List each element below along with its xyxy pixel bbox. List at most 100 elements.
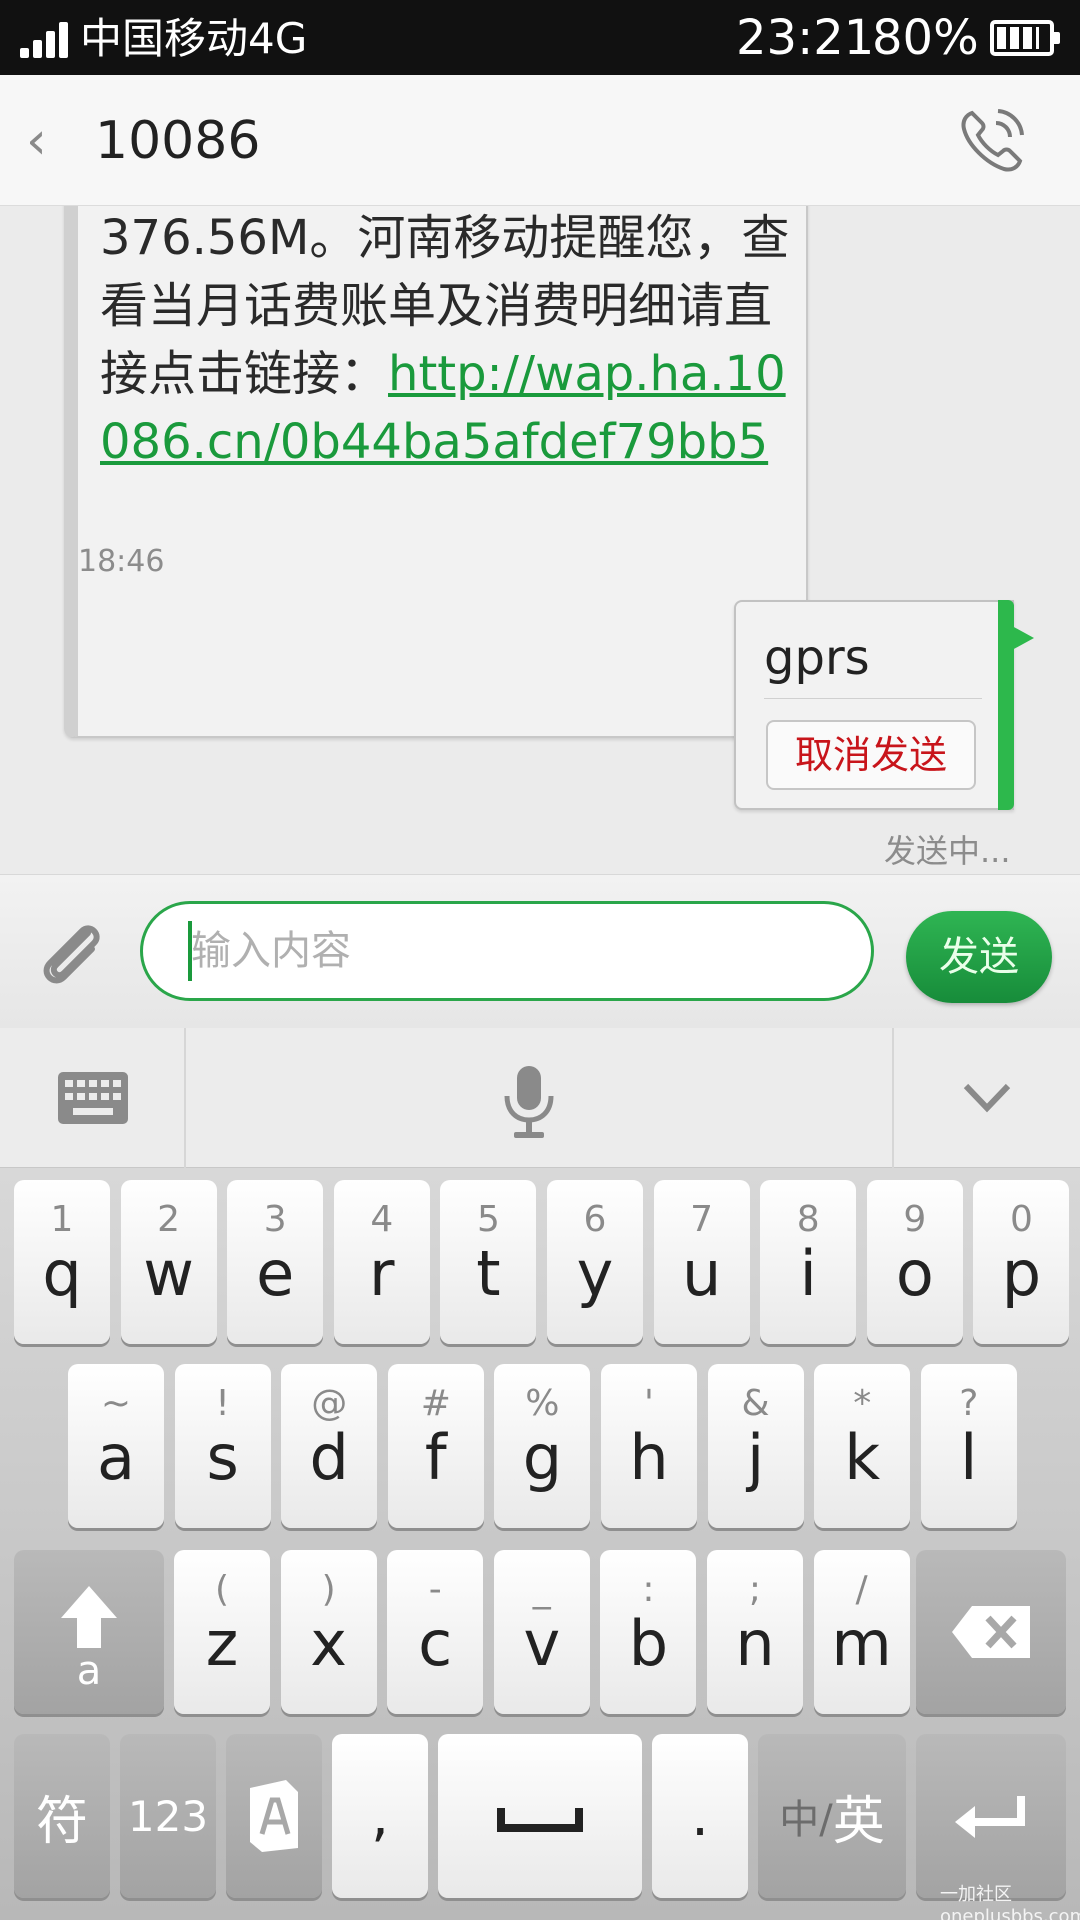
conversation-header: ‹ 10086	[0, 75, 1080, 206]
cancel-send-button[interactable]: 取消发送	[766, 720, 976, 790]
key-label: x	[310, 1607, 347, 1680]
key-u[interactable]: 7u	[653, 1180, 750, 1344]
key-hint: ?	[959, 1383, 979, 1424]
key-label: q	[42, 1237, 82, 1310]
paperclip-icon[interactable]	[30, 913, 110, 993]
key-label: f	[424, 1421, 447, 1494]
key-hint: 5	[476, 1199, 500, 1240]
key-label: g	[522, 1421, 563, 1494]
key-y[interactable]: 6y	[547, 1180, 643, 1344]
send-button[interactable]: 发送	[906, 911, 1052, 1003]
comma-key[interactable]: ,	[332, 1734, 428, 1898]
key-e[interactable]: 3e	[227, 1180, 324, 1344]
key-hint: ~	[100, 1383, 132, 1424]
incoming-message-bubble[interactable]: 376.56M。河南移动提醒您，查看当月话费账单及消费明细请直接点击链接：htt…	[64, 206, 808, 738]
key-label: h	[629, 1421, 669, 1494]
key-hint: -	[428, 1569, 442, 1610]
key-k[interactable]: * k	[814, 1364, 911, 1528]
message-list[interactable]: 376.56M。河南移动提醒您，查看当月话费账单及消费明细请直接点击链接：htt…	[0, 206, 1080, 874]
microphone-icon[interactable]	[500, 1064, 558, 1140]
numbers-key[interactable]: 123	[120, 1734, 216, 1898]
key-hint: &	[741, 1383, 770, 1424]
key-label: w	[143, 1237, 194, 1310]
key-hint: 8	[796, 1199, 820, 1240]
period-key[interactable]: .	[652, 1734, 748, 1898]
key-hint: 3	[263, 1199, 287, 1240]
backspace-key[interactable]	[916, 1550, 1066, 1714]
key-label: t	[476, 1237, 501, 1310]
key-s[interactable]: ! s	[174, 1364, 271, 1528]
key-hint: 0	[1009, 1199, 1033, 1240]
shift-sub-label: a	[76, 1648, 102, 1694]
carrier-label: 中国移动4G	[80, 14, 308, 63]
key-z[interactable]: (z	[174, 1550, 270, 1714]
enter-key[interactable]	[916, 1734, 1066, 1898]
input-method-key[interactable]	[226, 1734, 322, 1898]
sending-status: 发送中...	[884, 832, 1011, 870]
key-label: n	[735, 1607, 775, 1680]
key-hint: 2	[157, 1199, 181, 1240]
key-hint: @	[311, 1383, 348, 1424]
key-t[interactable]: 5t	[440, 1180, 537, 1344]
key-b[interactable]: :b	[600, 1550, 697, 1714]
key-label: v	[523, 1607, 561, 1680]
key-i[interactable]: 8i	[760, 1180, 857, 1344]
space-bar-icon	[497, 1808, 583, 1832]
keyboard-icon[interactable]	[58, 1072, 128, 1124]
language-toggle-key[interactable]: 中/英	[758, 1734, 906, 1898]
space-key[interactable]	[438, 1734, 642, 1898]
key-x[interactable]: ) x	[280, 1550, 377, 1714]
key-q[interactable]: 1q	[14, 1180, 110, 1344]
key-hint: /	[855, 1569, 868, 1610]
key-label: p	[1001, 1237, 1042, 1310]
key-hint: ;	[748, 1569, 762, 1610]
key-hint: '	[644, 1383, 654, 1424]
key-v[interactable]: _ v	[493, 1550, 590, 1714]
bubble-divider	[764, 698, 982, 699]
key-c[interactable]: -c	[387, 1550, 484, 1714]
soft-keyboard: 1 q 2 w 3 e 4 r 5 t 6 y 7 u 8 i 9 o 0 p ~ a! s @ d # f% g ' h & j * k? l(z…	[0, 1168, 1080, 1920]
outgoing-bubble-tail	[1012, 626, 1034, 650]
incoming-message-text: 376.56M。河南移动提醒您，查看当月话费账单及消费明细请直接点击链接：htt…	[100, 206, 800, 476]
language-toggle-main: 英	[832, 1791, 885, 1852]
key-f[interactable]: # f	[387, 1364, 484, 1528]
symbols-key[interactable]: 符	[14, 1734, 110, 1898]
key-hint: 6	[583, 1199, 607, 1240]
key-hint: _	[532, 1569, 551, 1610]
key-label: m	[831, 1607, 892, 1680]
key-n[interactable]: ; n	[707, 1550, 803, 1714]
key-l[interactable]: ? l	[920, 1364, 1017, 1528]
battery-percent: 80%	[872, 10, 979, 66]
shift-key[interactable]: a	[14, 1550, 164, 1714]
key-hint: 1	[50, 1199, 74, 1240]
ime-toolbar	[0, 1028, 1080, 1168]
key-m[interactable]: / m	[813, 1550, 910, 1714]
key-label: e	[256, 1237, 295, 1310]
key-p[interactable]: 0p	[973, 1180, 1070, 1344]
signal-icon	[20, 22, 70, 58]
key-j[interactable]: & j	[707, 1364, 804, 1528]
shift-arrow-icon	[61, 1586, 117, 1648]
back-icon[interactable]: ‹	[26, 113, 66, 169]
outgoing-message-bubble[interactable]: gprs 取消发送	[734, 600, 1014, 810]
key-hint: 4	[370, 1199, 394, 1240]
key-r[interactable]: 4r	[333, 1180, 430, 1344]
letter-a-icon	[250, 1780, 298, 1852]
key-hint: 9	[903, 1199, 927, 1240]
text-cursor	[188, 921, 192, 981]
key-label: u	[681, 1237, 722, 1310]
key-hint: :	[642, 1569, 655, 1610]
key-g[interactable]: % g	[494, 1364, 591, 1528]
chevron-down-icon[interactable]	[962, 1078, 1012, 1118]
battery-icon	[990, 20, 1060, 56]
key-d[interactable]: @ d	[281, 1364, 378, 1528]
phone-call-icon[interactable]	[958, 105, 1028, 175]
key-w[interactable]: 2w	[120, 1180, 217, 1344]
key-hint: )	[321, 1569, 336, 1610]
key-o[interactable]: 9o	[866, 1180, 963, 1344]
key-h[interactable]: ' h	[601, 1364, 697, 1528]
message-input[interactable]	[140, 901, 874, 1001]
key-hint: *	[853, 1383, 872, 1424]
clock: 23:21	[736, 10, 875, 66]
key-a[interactable]: ~ a	[68, 1364, 164, 1528]
